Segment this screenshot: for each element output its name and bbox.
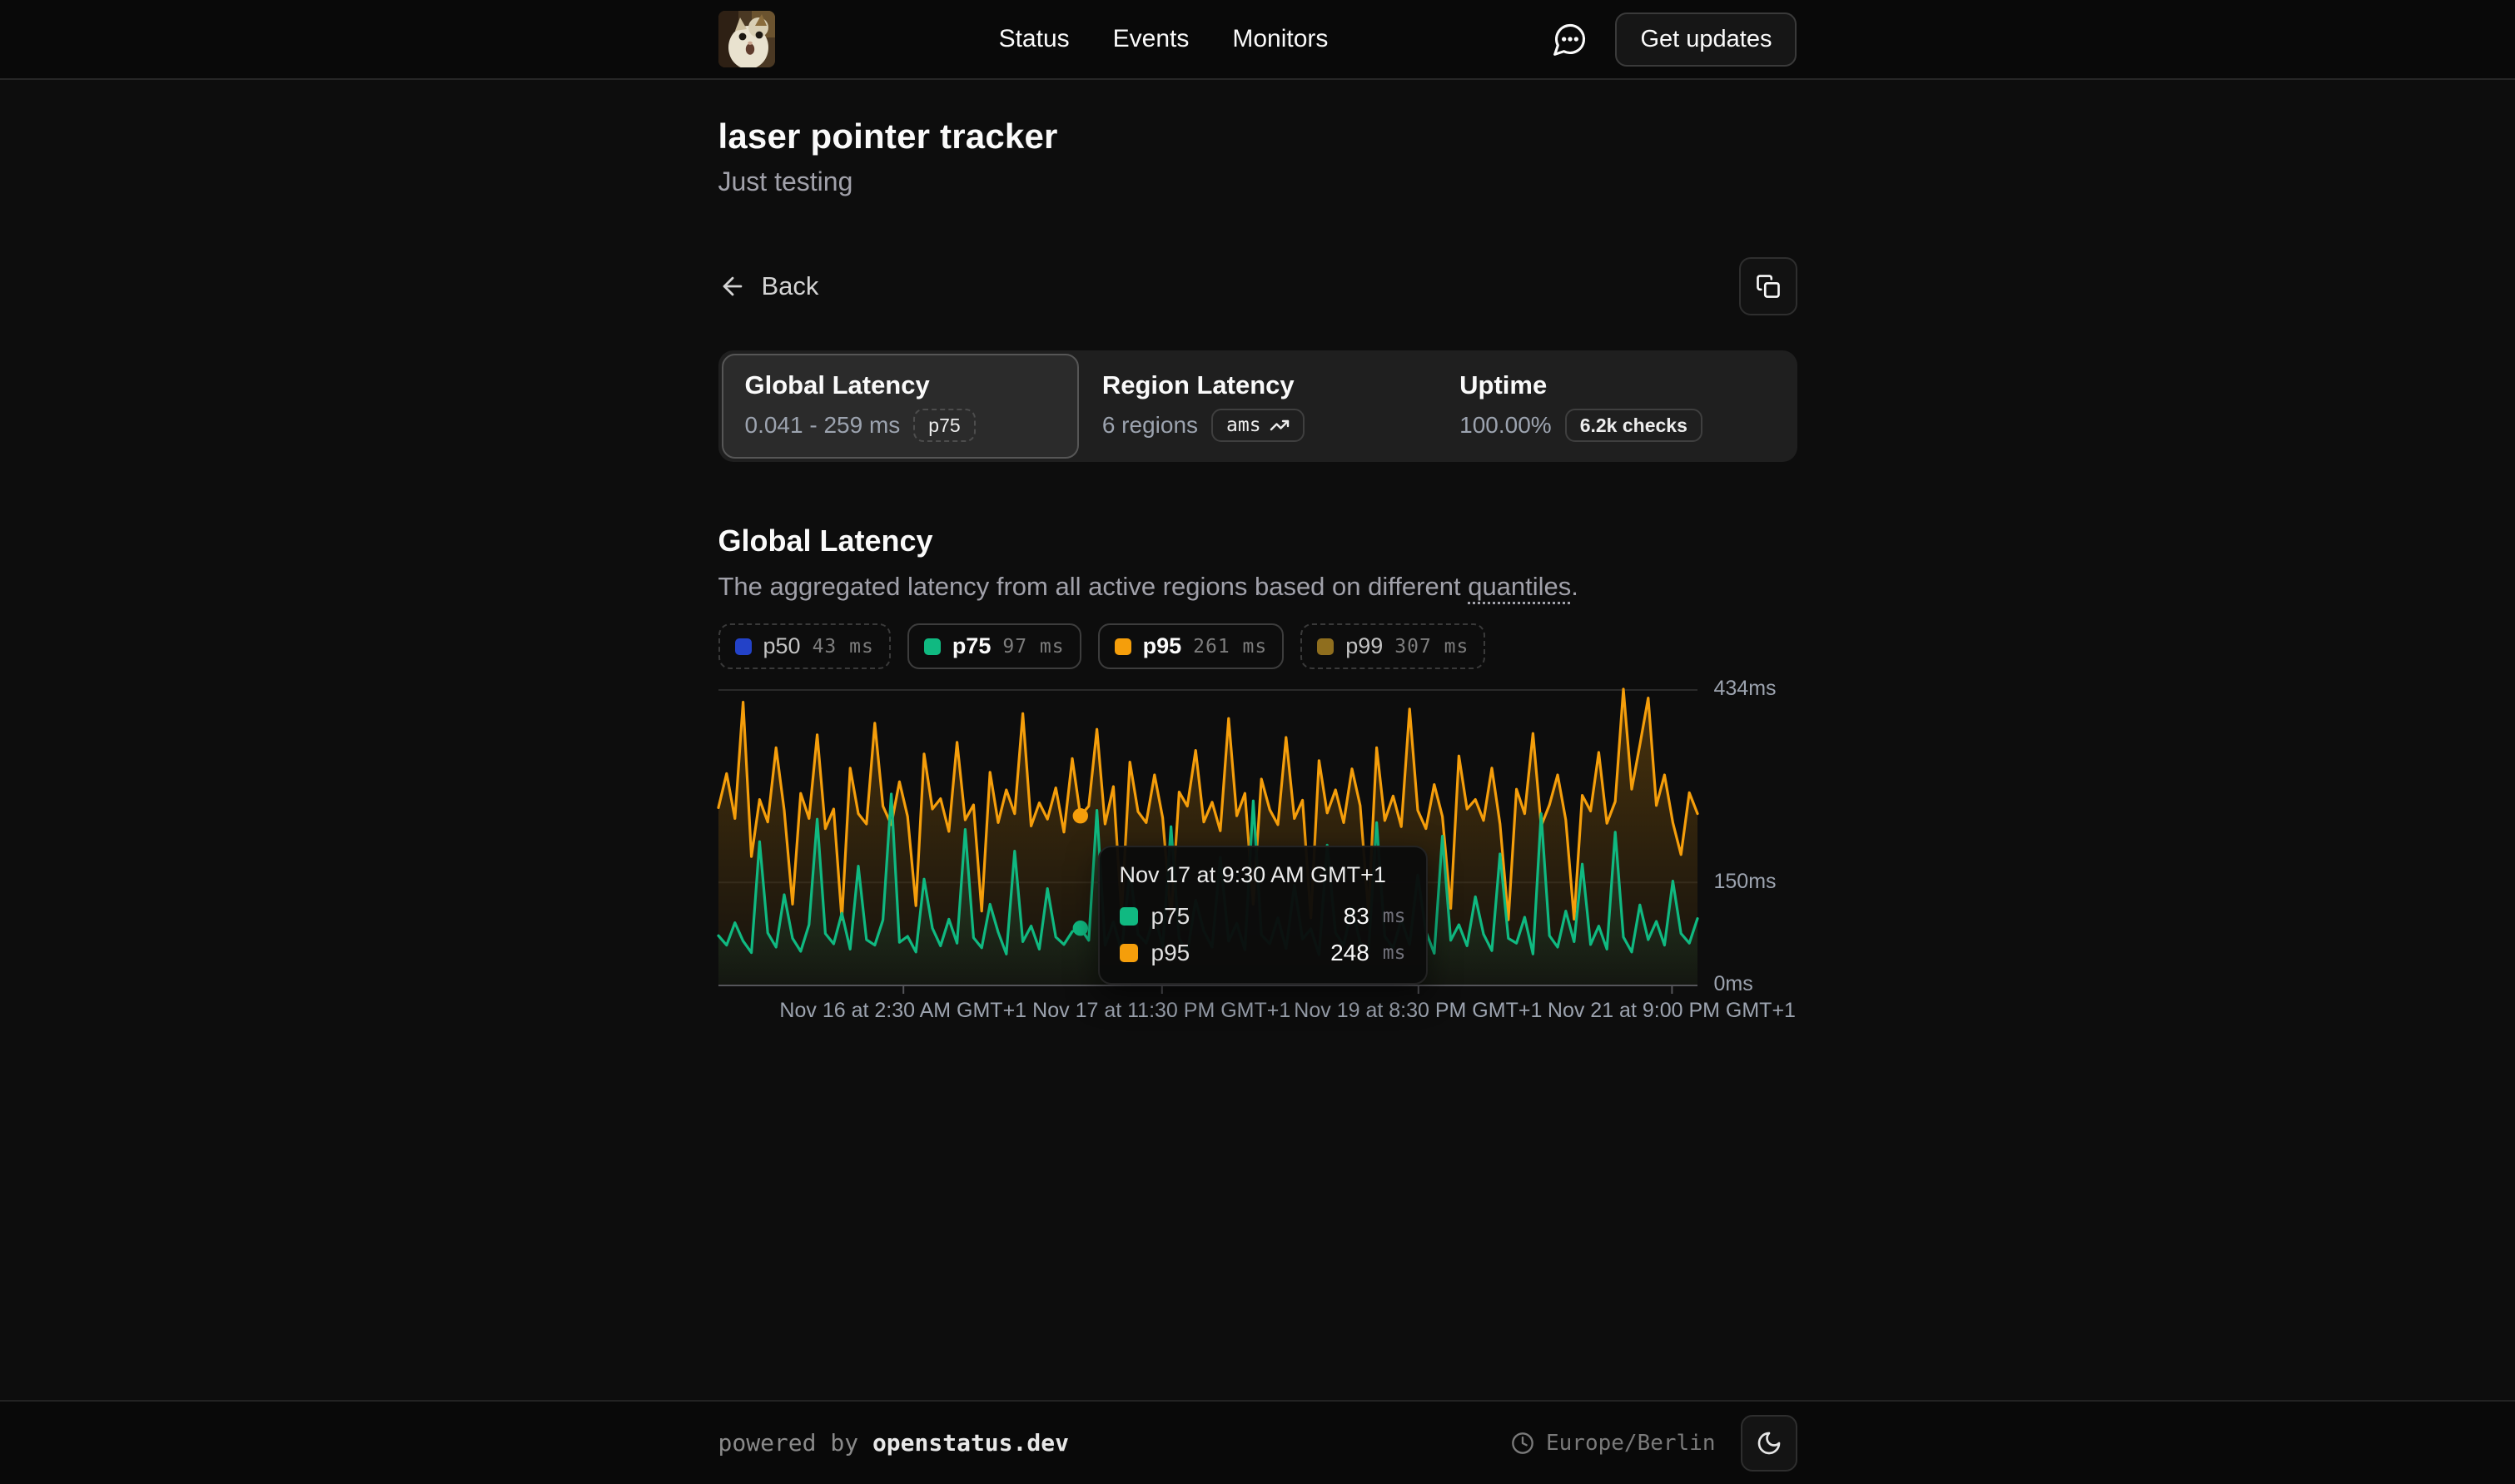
p99-swatch <box>1317 638 1334 655</box>
legend-value: 43 ms <box>813 636 874 658</box>
tooltip-value: 83 <box>1344 903 1369 930</box>
quantile-badge: p75 <box>913 409 975 442</box>
powered-by: powered by openstatus.dev <box>718 1429 1069 1457</box>
legend-toggle-p99[interactable]: p99 307 ms <box>1300 623 1485 669</box>
chat-bubble-icon <box>1552 21 1588 57</box>
page-title: laser pointer tracker <box>718 80 1797 156</box>
top-nav: Status Events Monitors Get updates <box>0 0 2515 80</box>
quantiles-link[interactable]: quantiles <box>1468 572 1571 601</box>
timezone-label: Europe/Berlin <box>1546 1431 1716 1456</box>
tooltip-unit: ms <box>1383 906 1406 927</box>
cat-logo-image <box>718 11 775 67</box>
legend-label: p50 <box>763 633 801 659</box>
section-description: The aggregated latency from all active r… <box>718 572 1797 602</box>
tooltip-row-p95: p95 248 ms <box>1120 940 1406 966</box>
theme-toggle-button[interactable] <box>1741 1415 1797 1472</box>
chart-tooltip: Nov 17 at 9:30 AM GMT+1 p75 83 ms p95 24… <box>1098 846 1428 985</box>
legend-value: 261 ms <box>1193 636 1267 658</box>
x-axis-tick-2: Nov 17 at 11:30 PM GMT+1 <box>1032 999 1290 1023</box>
nav-link-events[interactable]: Events <box>1113 25 1190 53</box>
tab-value: 0.041 - 259 ms <box>745 412 901 439</box>
description-period: . <box>1571 572 1578 601</box>
site-logo[interactable] <box>718 11 775 67</box>
nav-link-monitors[interactable]: Monitors <box>1232 25 1328 53</box>
tab-global-latency[interactable]: Global Latency 0.041 - 259 ms p75 <box>722 354 1079 459</box>
p95-swatch <box>1120 944 1138 962</box>
description-text: The aggregated latency from all active r… <box>718 572 1469 601</box>
tooltip-series-label: p75 <box>1151 903 1190 930</box>
tab-title: Region Latency <box>1102 370 1413 400</box>
tab-title: Uptime <box>1459 370 1770 400</box>
x-axis-tick-1: Nov 16 at 2:30 AM GMT+1 <box>779 999 1026 1023</box>
openstatus-link[interactable]: openstatus.dev <box>872 1429 1069 1457</box>
x-axis-tick-4: Nov 21 at 9:00 PM GMT+1 <box>1548 999 1796 1023</box>
page-subtitle: Just testing <box>718 166 1797 197</box>
main-content: laser pointer tracker Just testing Back <box>0 80 2515 1400</box>
clock-icon <box>1511 1432 1534 1455</box>
tab-uptime[interactable]: Uptime 100.00% 6.2k checks <box>1436 354 1793 459</box>
y-axis-tick-150ms: 150ms <box>1714 870 1777 894</box>
arrow-left-icon <box>718 272 747 300</box>
get-updates-button[interactable]: Get updates <box>1615 12 1797 67</box>
moon-icon <box>1756 1430 1782 1457</box>
copy-icon <box>1756 274 1781 299</box>
nav-link-status[interactable]: Status <box>999 25 1070 53</box>
region-badge: ams <box>1226 413 1261 438</box>
tooltip-timestamp: Nov 17 at 9:30 AM GMT+1 <box>1120 862 1406 888</box>
p95-swatch <box>1115 638 1131 655</box>
checks-badge: 6.2k checks <box>1565 409 1702 442</box>
tooltip-value: 248 <box>1330 940 1369 966</box>
tooltip-row-p75: p75 83 ms <box>1120 903 1406 930</box>
tooltip-series-label: p95 <box>1151 940 1190 966</box>
latency-chart[interactable]: 434ms 150ms 0ms Nov 16 at 2:30 AM GMT+1 … <box>718 689 1797 1030</box>
y-axis-tick-0ms: 0ms <box>1714 972 1753 996</box>
legend-toggle-p50[interactable]: p50 43 ms <box>718 623 891 669</box>
back-label: Back <box>762 271 819 301</box>
tab-region-latency[interactable]: Region Latency 6 regions ams <box>1079 354 1436 459</box>
chart-legend: p50 43 ms p75 97 ms p95 261 ms p99 307 m… <box>718 623 1797 669</box>
p75-swatch <box>924 638 941 655</box>
p50-swatch <box>735 638 752 655</box>
p75-swatch <box>1120 907 1138 926</box>
timezone-display: Europe/Berlin <box>1511 1431 1716 1456</box>
tab-value: 6 regions <box>1102 412 1198 439</box>
section-title: Global Latency <box>718 524 1797 558</box>
back-link[interactable]: Back <box>718 271 819 301</box>
metric-tabs: Global Latency 0.041 - 259 ms p75 Region… <box>718 350 1797 462</box>
legend-toggle-p75[interactable]: p75 97 ms <box>907 623 1081 669</box>
legend-label: p75 <box>952 633 992 659</box>
powered-by-text: powered by <box>718 1429 872 1457</box>
feedback-chat-button[interactable] <box>1552 21 1588 57</box>
page-footer: powered by openstatus.dev Europe/Berlin <box>0 1400 2515 1484</box>
tab-value: 100.00% <box>1459 412 1552 439</box>
legend-label: p95 <box>1143 633 1182 659</box>
y-axis-tick-434ms: 434ms <box>1714 677 1777 701</box>
x-axis-tick-3: Nov 19 at 8:30 PM GMT+1 <box>1294 999 1542 1023</box>
legend-label: p99 <box>1345 633 1383 659</box>
tooltip-unit: ms <box>1383 942 1406 964</box>
legend-value: 307 ms <box>1394 636 1469 658</box>
legend-value: 97 ms <box>1002 636 1064 658</box>
trending-up-icon <box>1270 415 1290 435</box>
copy-button[interactable] <box>1739 257 1797 315</box>
tab-title: Global Latency <box>745 370 1056 400</box>
nav-links: Status Events Monitors <box>999 25 1329 53</box>
legend-toggle-p95[interactable]: p95 261 ms <box>1098 623 1285 669</box>
